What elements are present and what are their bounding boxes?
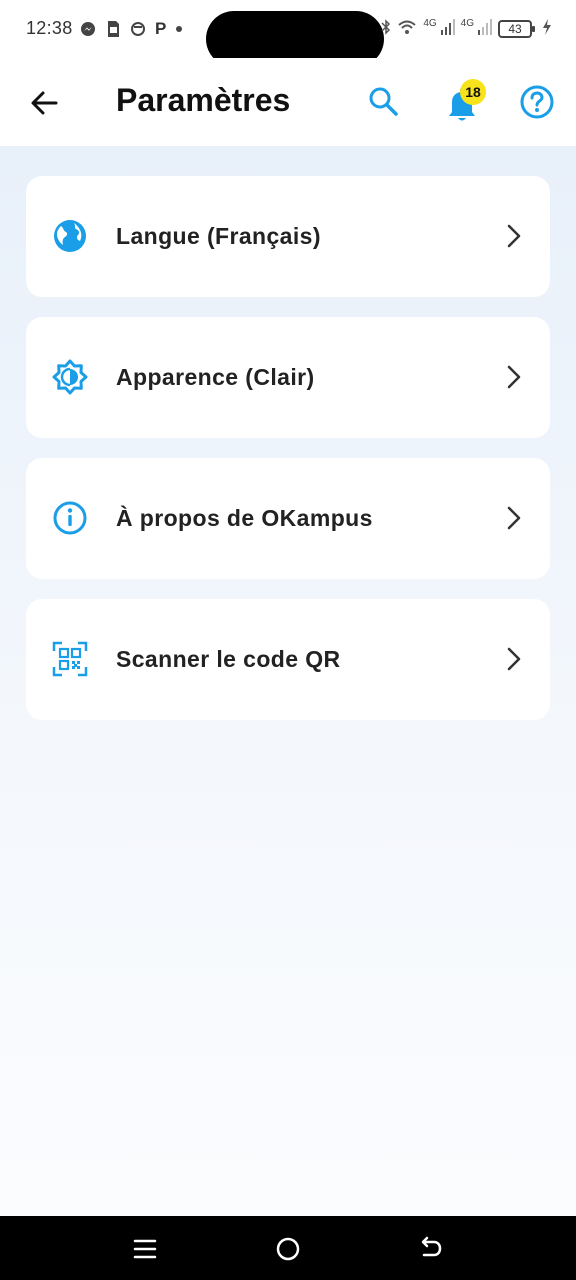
setting-language[interactable]: Langue (Français)	[26, 176, 550, 297]
setting-about[interactable]: À propos de OKampus	[26, 458, 550, 579]
signal-4g-icon	[478, 18, 492, 40]
chevron-right-icon	[506, 506, 522, 530]
status-right-icons: 4G 4G 43	[381, 16, 552, 42]
setting-qr-scanner[interactable]: Scanner le code QR	[26, 599, 550, 720]
network-type-1: 4G	[423, 18, 437, 29]
bluetooth-icon	[381, 18, 391, 40]
back-arrow-icon[interactable]	[28, 86, 62, 120]
wifi-icon	[397, 19, 417, 40]
notification-badge: 18	[460, 79, 486, 105]
p-app-icon: P	[155, 19, 167, 38]
info-icon	[52, 500, 88, 536]
messenger-icon	[80, 21, 96, 37]
setting-label: Apparence (Clair)	[116, 364, 315, 390]
search-icon[interactable]	[366, 84, 400, 118]
app-bar: Paramètres	[0, 58, 576, 146]
page-title: Paramètres	[116, 82, 291, 118]
setting-label: À propos de OKampus	[116, 505, 373, 531]
settings-content: Langue (Français) Apparence (Clair) À pr…	[0, 146, 576, 1216]
charging-icon	[542, 18, 552, 40]
system-nav-bar	[0, 1216, 576, 1280]
globe-icon	[52, 218, 88, 254]
settings-list: Langue (Français) Apparence (Clair) À pr…	[26, 176, 550, 740]
sim-card-icon	[105, 20, 121, 38]
status-left-icons: P	[80, 19, 183, 39]
network-type-2: 4G	[460, 18, 474, 29]
chevron-right-icon	[506, 647, 522, 671]
chevron-right-icon	[506, 365, 522, 389]
status-bar: 12:38 P 4G 4G 43	[0, 0, 576, 67]
setting-appearance[interactable]: Apparence (Clair)	[26, 317, 550, 438]
back-icon[interactable]	[418, 1236, 444, 1262]
status-time: 12:38	[26, 18, 73, 38]
brightness-icon	[52, 359, 88, 395]
battery-icon: 43	[498, 20, 535, 38]
menu-icon[interactable]	[132, 1236, 158, 1262]
setting-label: Scanner le code QR	[116, 646, 341, 672]
help-icon[interactable]	[519, 84, 555, 120]
dot-icon	[175, 25, 183, 33]
home-icon[interactable]	[275, 1236, 301, 1262]
signal-4g-icon	[440, 18, 455, 40]
circle-status-icon	[130, 21, 146, 37]
setting-label: Langue (Français)	[116, 223, 321, 249]
chevron-right-icon	[506, 224, 522, 248]
qr-code-icon	[52, 641, 88, 677]
